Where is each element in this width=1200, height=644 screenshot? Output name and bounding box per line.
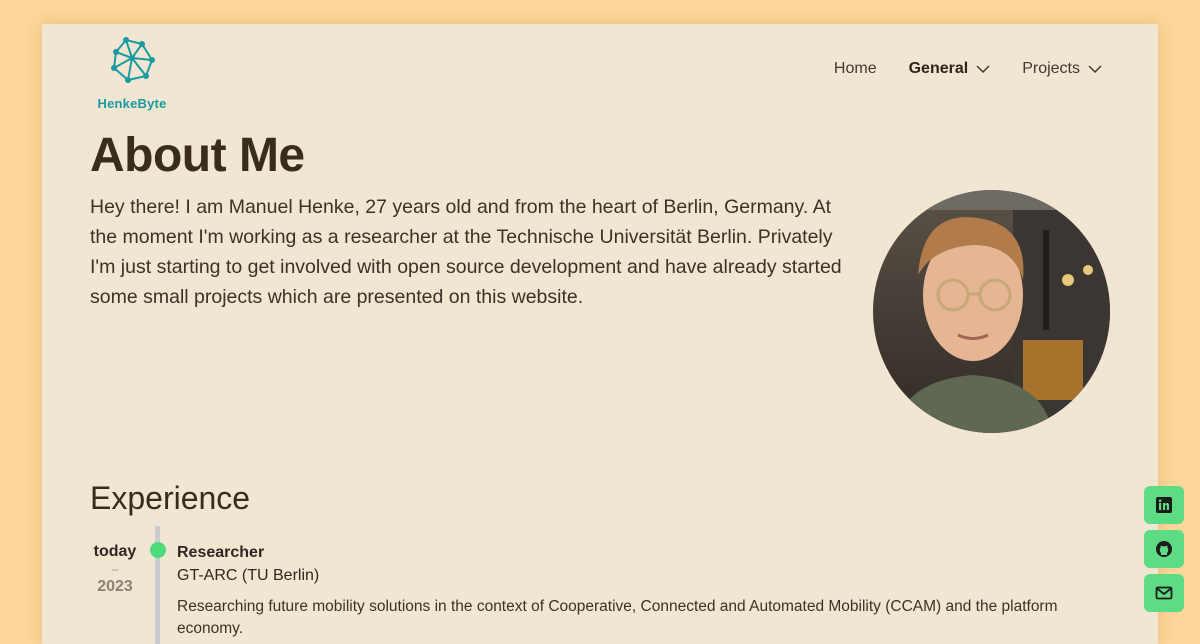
network-logo-icon [111, 37, 155, 83]
experience-date-separator: – [111, 562, 119, 576]
github-icon [1156, 541, 1172, 557]
nav-projects[interactable]: Projects [1022, 60, 1102, 78]
intro-text: Hey there! I am Manuel Henke, 27 years o… [90, 196, 842, 308]
page-title: About Me [90, 129, 305, 182]
nav-home[interactable]: Home [834, 60, 877, 78]
chevron-down-icon [1088, 65, 1102, 74]
nav-general-label: General [908, 60, 969, 77]
linkedin-button[interactable] [1144, 486, 1184, 524]
linkedin-icon [1156, 497, 1172, 513]
mail-button[interactable] [1144, 574, 1184, 612]
nav-general[interactable]: General [909, 60, 991, 78]
experience-role: Researcher [177, 544, 265, 561]
mail-icon [1155, 586, 1173, 600]
experience-heading: Experience [90, 480, 251, 516]
chevron-down-icon [976, 65, 990, 74]
profile-photo [873, 190, 1110, 433]
brand-name: HenkeByte [97, 96, 167, 111]
experience-end-date: today [93, 543, 137, 560]
brand-logo[interactable]: HenkeByte [94, 36, 170, 114]
github-button[interactable] [1144, 530, 1184, 568]
nav-projects-label: Projects [1022, 60, 1080, 77]
page-card: HenkeByte Home General Projects About Me… [42, 24, 1158, 644]
timeline-dot [150, 542, 166, 558]
experience-organization: GT-ARC (TU Berlin) [177, 567, 320, 584]
main-nav: Home General Projects [834, 60, 1102, 78]
experience-start-date: 2023 [97, 578, 133, 595]
nav-home-label: Home [833, 60, 877, 77]
experience-description: Researching future mobility solutions in… [177, 598, 1058, 637]
